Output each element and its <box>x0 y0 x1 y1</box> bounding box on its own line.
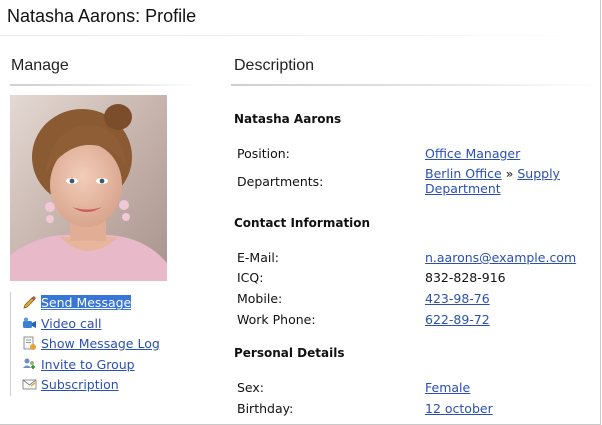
departments-value: Berlin Office » Supply Department <box>425 166 575 196</box>
subscription-link[interactable]: Subscription <box>41 377 119 392</box>
work-phone-value-link[interactable]: 622-89-72 <box>425 312 490 327</box>
show-message-log-link[interactable]: Show Message Log <box>41 336 160 351</box>
email-label: E-Mail: <box>237 250 280 265</box>
contact-group-title: Contact Information <box>234 216 371 230</box>
work-phone-label: Work Phone: <box>237 312 316 327</box>
envelope-icon <box>22 377 37 392</box>
name-group-title: Natasha Aarons <box>234 112 342 126</box>
icq-value: 832-828-916 <box>425 270 506 285</box>
video-camera-icon <box>22 316 37 331</box>
show-message-log-action[interactable]: Show Message Log <box>22 335 160 352</box>
departments-label: Departments: <box>237 174 324 189</box>
video-call-action[interactable]: Video call <box>22 315 101 332</box>
message-log-icon <box>22 336 37 351</box>
mobile-value-link[interactable]: 423-98-76 <box>425 291 490 306</box>
personal-group-title: Personal Details <box>234 346 345 360</box>
department-berlin-office-link[interactable]: Berlin Office <box>425 166 502 181</box>
manage-divider <box>10 84 200 86</box>
page-title: Natasha Aarons: Profile <box>7 6 197 26</box>
mobile-label: Mobile: <box>237 291 283 306</box>
subscription-action[interactable]: Subscription <box>22 376 119 393</box>
description-divider <box>231 84 600 86</box>
sex-label: Sex: <box>237 380 265 395</box>
send-message-action[interactable]: Send Message <box>22 294 132 311</box>
send-message-link[interactable]: Send Message <box>41 295 132 310</box>
sex-value-link[interactable]: Female <box>425 380 470 395</box>
title-divider <box>0 35 600 36</box>
description-heading: Description <box>234 57 315 74</box>
position-label: Position: <box>237 146 290 161</box>
profile-photo <box>10 95 167 281</box>
birthday-value-link[interactable]: 12 october <box>425 401 493 416</box>
icq-label: ICQ: <box>237 270 264 285</box>
video-call-link[interactable]: Video call <box>41 316 101 331</box>
manage-heading: Manage <box>11 57 69 74</box>
actions-rule <box>10 292 11 396</box>
position-value-link[interactable]: Office Manager <box>425 146 520 161</box>
invite-to-group-link[interactable]: Invite to Group <box>41 357 135 372</box>
birthday-label: Birthday: <box>237 401 294 416</box>
department-separator: » <box>505 166 514 181</box>
pencil-icon <box>22 295 37 310</box>
invite-group-icon <box>22 357 37 372</box>
invite-to-group-action[interactable]: Invite to Group <box>22 356 135 373</box>
email-value-link[interactable]: n.aarons@example.com <box>425 250 576 265</box>
